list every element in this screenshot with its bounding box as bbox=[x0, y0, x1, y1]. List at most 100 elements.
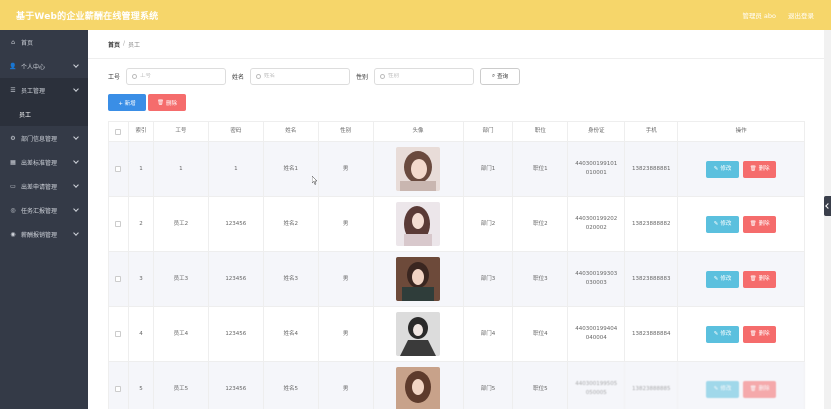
edit-button[interactable]: ✎ 修改 bbox=[706, 270, 740, 288]
app-title: 基于Web的企业薪酬在线管理系统 bbox=[16, 11, 159, 22]
top-bar: 基于Web的企业薪酬在线管理系统 管理员 abo 退出登录 bbox=[0, 0, 831, 30]
id-card-line: 030003 bbox=[585, 280, 607, 286]
logout-link[interactable]: 退出登录 bbox=[788, 10, 814, 20]
edit-label: 修改 bbox=[720, 220, 732, 227]
chart-icon: ▦ bbox=[10, 158, 16, 166]
breadcrumb-home[interactable]: 首页 bbox=[108, 40, 120, 49]
search-icon: ⌕ bbox=[491, 72, 496, 79]
search-row: 工号 姓名 性别 ⌕ 查询 bbox=[108, 67, 521, 85]
sidebar-subitem-employee[interactable]: 员工 bbox=[0, 102, 88, 126]
sidebar-item-label: 部门信息管理 bbox=[21, 135, 58, 143]
gonghao-field[interactable] bbox=[126, 67, 227, 85]
gender-cell: 男 bbox=[319, 362, 374, 409]
row-checkbox[interactable] bbox=[115, 386, 122, 392]
edit-label: 修改 bbox=[720, 165, 732, 172]
name-label: 姓名 bbox=[232, 73, 245, 81]
sidebar-item-home[interactable]: ⌂ 首页 bbox=[0, 30, 88, 54]
current-user: 管理员 abo bbox=[742, 12, 776, 20]
avatar-cell bbox=[374, 362, 464, 409]
edit-button[interactable]: ✎ 修改 bbox=[706, 160, 740, 178]
sidebar-item-task-report[interactable]: ◎ 任务汇报管理 bbox=[0, 198, 88, 222]
column-header: 姓名 bbox=[263, 122, 319, 142]
delete-label: 删除 bbox=[758, 330, 770, 337]
id-card-line: 050005 bbox=[585, 390, 607, 396]
scrollbar[interactable] bbox=[824, 30, 831, 409]
name-cell: 姓名2 bbox=[263, 197, 319, 252]
sidebar-item-profile[interactable]: 👤 个人中心 bbox=[0, 54, 88, 78]
operations-cell: ✎ 修改 🗑 删除 bbox=[678, 307, 805, 362]
breadcrumb-separator: / bbox=[123, 40, 126, 47]
add-button[interactable]: + 新增 bbox=[108, 94, 146, 111]
dept-cell: 部门5 bbox=[464, 362, 514, 409]
password-cell: 123456 bbox=[209, 362, 264, 409]
delete-button[interactable]: 🗑 删除 bbox=[743, 215, 777, 233]
query-button-label: 查询 bbox=[497, 74, 509, 80]
batch-delete-button[interactable]: 🗑 删除 bbox=[148, 94, 186, 111]
chevron-down-icon bbox=[73, 134, 79, 140]
sidebar-item-travel-standard[interactable]: ▦ 出差标准管理 bbox=[0, 150, 88, 174]
id-card-line: 020002 bbox=[585, 225, 607, 231]
sidebar-item-travel-application[interactable]: ▭ 出差申请管理 bbox=[0, 174, 88, 198]
phone-cell: 13823888883 bbox=[625, 252, 679, 307]
avatar-cell bbox=[373, 197, 464, 252]
delete-button[interactable]: 🗑 删除 bbox=[743, 270, 777, 288]
row-checkbox[interactable] bbox=[115, 276, 122, 282]
breadcrumb-current: 员工 bbox=[128, 42, 141, 49]
gender-field[interactable] bbox=[374, 67, 475, 85]
id-card-line: 440300199505 bbox=[575, 381, 618, 387]
gender-cell: 男 bbox=[318, 252, 374, 307]
column-header: 性别 bbox=[318, 122, 374, 142]
row-checkbox[interactable] bbox=[115, 166, 122, 172]
table-row: 3 员工3 123456 姓名3 男 部门3 职位3 440300199303 … bbox=[109, 252, 805, 307]
select-all-checkbox[interactable] bbox=[115, 128, 122, 135]
chevron-down-icon bbox=[73, 206, 79, 212]
edit-icon: ✎ bbox=[713, 330, 719, 337]
row-checkbox-cell bbox=[109, 307, 129, 362]
trash-icon: 🗑 bbox=[749, 330, 757, 337]
column-header: 工号 bbox=[153, 122, 209, 142]
query-button[interactable]: ⌕ 查询 bbox=[480, 67, 521, 85]
index-cell: 3 bbox=[128, 252, 154, 307]
chevron-down-icon bbox=[73, 182, 79, 188]
row-checkbox-cell bbox=[109, 142, 129, 197]
sidebar-item-label: 员工管理 bbox=[21, 87, 46, 95]
sidebar-item-salary[interactable]: ◉ 薪酬报销管理 bbox=[0, 222, 88, 246]
phone-cell: 13823888882 bbox=[625, 197, 679, 252]
search-icon bbox=[132, 73, 138, 79]
delete-label: 删除 bbox=[758, 275, 770, 282]
main-content: 首页 / 员工 工号 姓名 性别 ⌕ 查询 + 新增 🗑 删除 bbox=[88, 30, 824, 409]
gender-cell: 男 bbox=[318, 142, 374, 197]
sidebar-item-department[interactable]: ⚙ 部门信息管理 bbox=[0, 126, 88, 150]
batch-delete-label: 删除 bbox=[165, 100, 177, 107]
name-input[interactable] bbox=[264, 73, 345, 79]
avatar-cell bbox=[373, 307, 464, 362]
list-icon: ☰ bbox=[10, 86, 16, 94]
gender-cell: 男 bbox=[318, 197, 374, 252]
trash-icon: 🗑 bbox=[157, 99, 164, 106]
edit-button[interactable]: ✎ 修改 bbox=[706, 380, 740, 398]
table-row: 2 员工2 123456 姓名2 男 部门2 职位2 440300199202 … bbox=[109, 197, 805, 252]
trash-icon: 🗑 bbox=[749, 165, 757, 172]
position-cell: 职位5 bbox=[513, 362, 569, 409]
edit-button[interactable]: ✎ 修改 bbox=[706, 325, 740, 343]
gender-cell: 男 bbox=[318, 307, 374, 362]
gonghao-label: 工号 bbox=[108, 73, 121, 81]
id-card-line: 440300199404 bbox=[575, 326, 618, 332]
sidebar-item-employee-management[interactable]: ☰ 员工管理 bbox=[0, 78, 88, 102]
sidebar-item-label: 个人中心 bbox=[21, 63, 46, 71]
gonghao-input[interactable] bbox=[140, 73, 221, 79]
delete-button[interactable]: 🗑 删除 bbox=[743, 160, 777, 178]
side-collapse-tab[interactable] bbox=[824, 196, 831, 216]
gender-input[interactable] bbox=[388, 73, 469, 79]
delete-button[interactable]: 🗑 删除 bbox=[743, 325, 777, 343]
sidebar-item-label: 任务汇报管理 bbox=[21, 207, 58, 215]
delete-label: 删除 bbox=[758, 385, 770, 392]
name-field[interactable] bbox=[250, 67, 351, 85]
edit-icon: ✎ bbox=[713, 165, 719, 172]
edit-button[interactable]: ✎ 修改 bbox=[706, 215, 740, 233]
row-checkbox[interactable] bbox=[115, 331, 122, 337]
row-checkbox[interactable] bbox=[115, 221, 122, 227]
phone-cell: 13823888885 bbox=[625, 362, 679, 409]
row-checkbox-cell bbox=[109, 197, 129, 252]
delete-button[interactable]: 🗑 删除 bbox=[743, 380, 777, 398]
